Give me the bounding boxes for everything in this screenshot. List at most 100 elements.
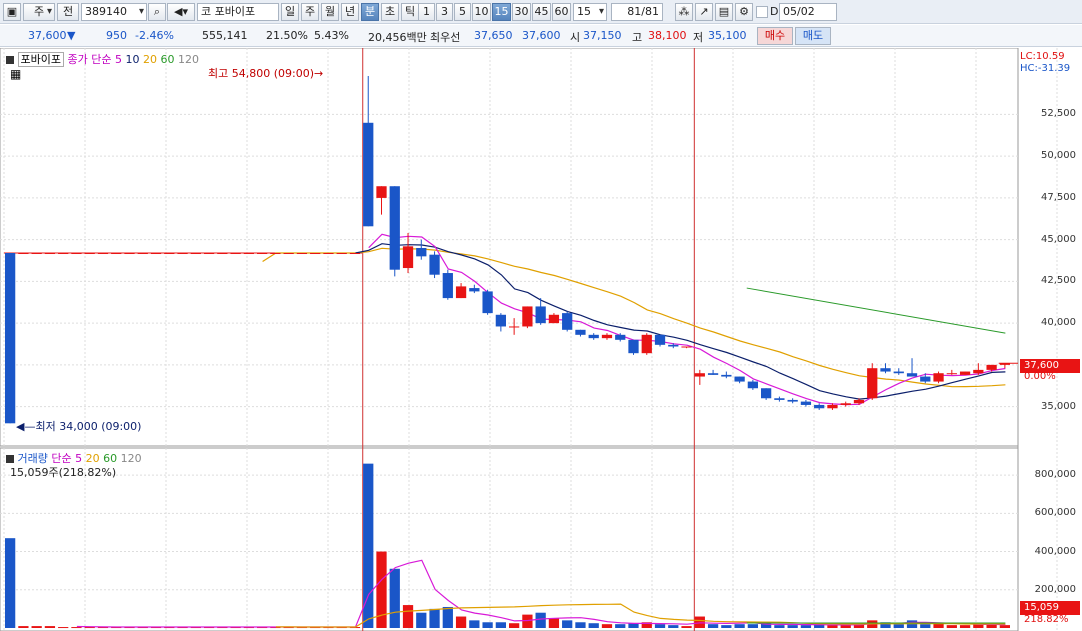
interval-tab[interactable]: 1 [418, 3, 435, 21]
stock-code-input[interactable]: 389140 [81, 3, 147, 21]
toolbar: ▣ 주 전 389140 ⌕ ◀▾ 코 포바이포 일주월년분초틱 1351015… [0, 0, 1082, 24]
interval-tab[interactable]: 45 [532, 3, 551, 21]
name-prefix: 코 [201, 5, 212, 18]
low-annotation: ◀—최저 34,000 (09:00) [16, 418, 141, 434]
chart-area[interactable]: 포바이포 종가 단순 5 10 20 60 120 ▦ 최고 54,800 (0… [0, 48, 1082, 631]
candle-body [867, 368, 878, 399]
period-tab[interactable]: 월 [321, 3, 339, 21]
volume-bar [562, 620, 573, 628]
price-tick-label: 52,500 [1041, 108, 1076, 120]
candle-body [84, 253, 95, 255]
candle-body [190, 253, 201, 255]
period-tab[interactable]: 분 [361, 3, 379, 21]
stock-code-value: 389140 [85, 5, 127, 18]
settings-gear-icon[interactable]: ⚙ [735, 3, 753, 21]
grid-toggle-icon[interactable]: ▦ [10, 67, 21, 81]
chart-canvas[interactable] [0, 48, 1082, 631]
date-input[interactable]: 05/02 [779, 3, 837, 21]
candle-body [71, 253, 82, 255]
candle-body [761, 388, 772, 399]
period-tab[interactable]: 초 [381, 3, 399, 21]
last-volume-pct-tag: 218.82% [1024, 614, 1069, 625]
interval-tab[interactable]: 15 [492, 3, 511, 21]
prev-button[interactable]: 전 [57, 3, 79, 21]
volume-bar [455, 616, 467, 628]
volume-bar [959, 625, 971, 628]
prev-label: 전 [62, 5, 74, 18]
volume-bar [747, 624, 758, 628]
candle-body [257, 253, 268, 255]
volume-bar [734, 624, 745, 628]
candle-body [402, 246, 414, 269]
candle-body [164, 253, 175, 255]
volume-bar [442, 606, 453, 628]
period-tab[interactable]: 틱 [401, 3, 419, 21]
interval-select[interactable]: 15 [573, 3, 607, 21]
market-select[interactable]: 주 [23, 3, 55, 21]
sell-button[interactable]: 매도 [795, 27, 831, 45]
quote-bar: 37,600 ▼ 950 -2.46% 555,141 21.50% 5.43%… [0, 25, 1082, 47]
volume-bar [601, 624, 613, 628]
legend-ma20: 20 [142, 53, 157, 66]
interval-tab[interactable]: 3 [436, 3, 453, 21]
volume-tick-label: 600,000 [1034, 507, 1076, 519]
stock-name-field[interactable]: 코 포바이포 [197, 3, 279, 21]
page-counter-value: 81 [627, 5, 642, 18]
price-tick-label: 47,500 [1041, 191, 1076, 203]
interval-tab[interactable]: 60 [552, 3, 571, 21]
candle-body [97, 253, 109, 255]
candle-body [933, 373, 944, 382]
interval-tab[interactable]: 10 [472, 3, 491, 21]
volume-ratio: 5.43% [314, 29, 349, 42]
candle-body [654, 334, 666, 345]
interval-tab[interactable]: 30 [512, 3, 531, 21]
date-checkbox[interactable] [756, 6, 768, 18]
candle-body [920, 376, 931, 382]
volume-bar [429, 608, 440, 628]
high-annotation: 최고 54,800 (09:00)→ [208, 65, 323, 81]
market-value: 주 [33, 5, 45, 18]
candle-body [535, 306, 546, 324]
interval-tab[interactable]: 5 [454, 3, 471, 21]
period-tab[interactable]: 일 [281, 3, 299, 21]
right-arrow-icon: → [314, 67, 324, 80]
indicator-icon[interactable]: ⁂ [675, 3, 693, 21]
volume-bar [18, 626, 29, 628]
candle-body [707, 373, 719, 375]
buy-button[interactable]: 매수 [757, 27, 793, 45]
volume-bar [5, 538, 16, 628]
best-bid: 37,600 [522, 29, 561, 42]
save-icon[interactable]: ▤ [715, 3, 733, 21]
page-counter[interactable]: 81/81 [611, 3, 663, 21]
sound-icon[interactable]: ◀▾ [167, 3, 195, 21]
candle-body [668, 344, 679, 347]
volume-bar [522, 614, 533, 628]
volume-bar [44, 626, 56, 628]
candle-body [827, 404, 838, 409]
candle-body [615, 334, 626, 340]
candle-body [774, 398, 785, 400]
trade-amount: 20,456백만 [368, 31, 427, 44]
draw-line-icon[interactable]: ↗ [695, 3, 713, 21]
candle-body [694, 373, 705, 377]
window-menu-icon[interactable]: ▣ [3, 3, 21, 21]
candle-body [973, 369, 984, 374]
candle-body [203, 253, 215, 255]
period-tab[interactable]: 주 [301, 3, 319, 21]
period-tab[interactable]: 년 [341, 3, 359, 21]
low-label: 저 [693, 31, 704, 44]
candle-body [814, 404, 825, 409]
candle-body [442, 273, 453, 299]
volume-legend-ma120: 120 [120, 452, 142, 465]
date-value: 05/02 [783, 5, 815, 18]
candle-body [336, 253, 347, 255]
volume-bar [668, 625, 679, 628]
panel-menu-icon[interactable] [6, 56, 14, 64]
search-icon[interactable]: ⌕ [148, 3, 166, 21]
volume-bar [389, 568, 400, 628]
candle-body [800, 401, 812, 405]
candle-body [124, 253, 135, 255]
volume-panel-menu-icon[interactable] [6, 455, 14, 463]
volume-bar [840, 625, 851, 628]
volume-bar [482, 622, 493, 628]
